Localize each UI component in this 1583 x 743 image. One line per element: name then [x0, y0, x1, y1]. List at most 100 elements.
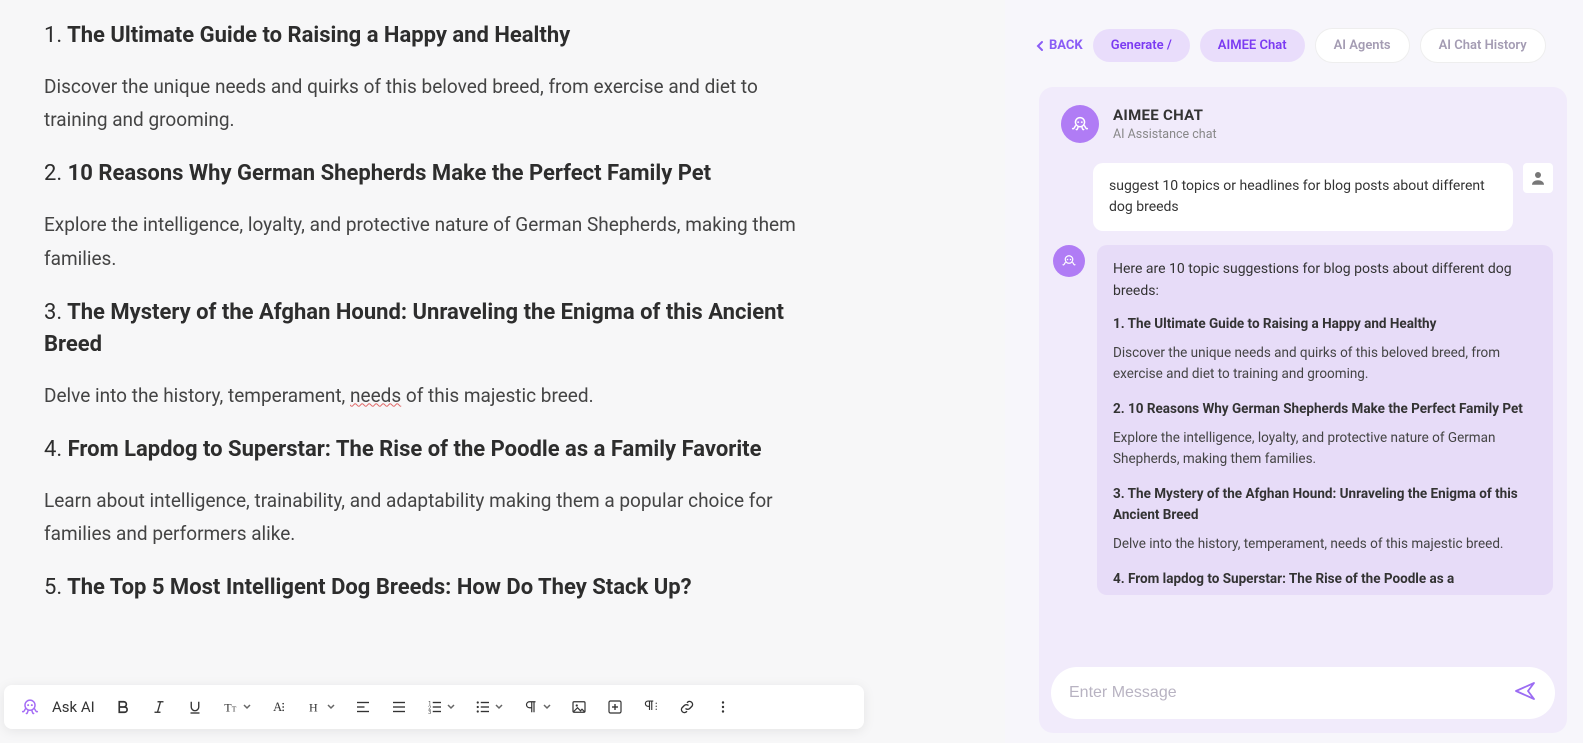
- font-size-button[interactable]: TT: [215, 691, 259, 723]
- ordered-list-icon: 123: [426, 698, 444, 716]
- user-avatar: [1523, 163, 1553, 193]
- paragraph-button[interactable]: [515, 691, 559, 723]
- text: of this majestic breed.: [401, 384, 593, 407]
- ask-ai-button[interactable]: [14, 691, 46, 723]
- user-message: suggest 10 topics or headlines for blog …: [1093, 163, 1513, 231]
- ai-item-desc: Explore the intelligence, loyalty, and p…: [1113, 428, 1537, 470]
- bullet-list-icon: [474, 698, 492, 716]
- chat-messages: suggest 10 topics or headlines for blog …: [1039, 157, 1567, 657]
- chat-input-row: [1051, 667, 1555, 719]
- chat-container: AIMEE CHAT AI Assistance chat suggest 10…: [1039, 87, 1567, 733]
- ai-panel: BACK Generate / AIMEE Chat AI Agents AI …: [1005, 0, 1583, 743]
- bold-icon: [114, 698, 132, 716]
- doc-heading-1[interactable]: 1. The Ultimate Guide to Raising a Happy…: [44, 20, 805, 52]
- doc-heading-5[interactable]: 5. The Top 5 Most Intelligent Dog Breeds…: [44, 572, 805, 604]
- ai-avatar: [1061, 105, 1099, 143]
- octopus-icon: [19, 696, 41, 718]
- paragraph-direction-icon: [641, 698, 661, 716]
- heading-text: The Mystery of the Afghan Hound: Unravel…: [44, 300, 784, 357]
- chevron-down-icon: [326, 702, 336, 712]
- italic-icon: [150, 698, 168, 716]
- text-color-icon: A: [269, 697, 289, 717]
- doc-paragraph[interactable]: Learn about intelligence, trainability, …: [44, 484, 805, 551]
- doc-paragraph[interactable]: Delve into the history, temperament, nee…: [44, 379, 805, 412]
- chat-input[interactable]: [1069, 684, 1513, 702]
- heading-icon: H: [306, 698, 324, 716]
- ai-message: Here are 10 topic suggestions for blog p…: [1097, 245, 1553, 595]
- align-left-icon: [354, 698, 372, 716]
- octopus-icon: [1060, 252, 1078, 270]
- chevron-down-icon: [242, 702, 252, 712]
- ai-intro-text: Here are 10 topic suggestions for blog p…: [1113, 259, 1537, 302]
- ai-item-title: 2. 10 Reasons Why German Shepherds Make …: [1113, 399, 1537, 420]
- chat-subtitle: AI Assistance chat: [1113, 127, 1217, 142]
- more-vertical-icon: [714, 698, 732, 716]
- image-icon: [570, 698, 588, 716]
- chat-header: AIMEE CHAT AI Assistance chat: [1039, 87, 1567, 157]
- ordered-list-button[interactable]: 123: [419, 691, 463, 723]
- back-button[interactable]: BACK: [1035, 38, 1083, 53]
- link-button[interactable]: [671, 691, 703, 723]
- person-icon: [1529, 169, 1547, 187]
- svg-text:H: H: [309, 701, 318, 715]
- tab-generate[interactable]: Generate /: [1093, 29, 1190, 62]
- heading-button[interactable]: H: [299, 691, 343, 723]
- italic-button[interactable]: [143, 691, 175, 723]
- heading-number: 3.: [44, 300, 62, 325]
- ai-item-desc: Delve into the history, temperament, nee…: [1113, 534, 1537, 555]
- svg-text:3: 3: [428, 710, 431, 716]
- doc-paragraph[interactable]: Discover the unique needs and quirks of …: [44, 70, 805, 137]
- tab-ai-agents[interactable]: AI Agents: [1315, 28, 1410, 63]
- paragraph-direction-button[interactable]: [635, 691, 667, 723]
- tab-aimee-chat[interactable]: AIMEE Chat: [1200, 29, 1305, 62]
- heading-text: From Lapdog to Superstar: The Rise of th…: [68, 437, 762, 462]
- heading-text: The Ultimate Guide to Raising a Happy an…: [67, 23, 570, 48]
- ask-ai-label: Ask AI: [50, 698, 103, 716]
- ai-item-desc: Discover the unique needs and quirks of …: [1113, 343, 1537, 385]
- ai-item-title: 4. From lapdog to Superstar: The Rise of…: [1113, 569, 1537, 590]
- user-message-row: suggest 10 topics or headlines for blog …: [1053, 163, 1553, 231]
- align-left-button[interactable]: [347, 691, 379, 723]
- ai-item-title: 3. The Mystery of the Afghan Hound: Unra…: [1113, 484, 1537, 526]
- paragraph-icon: [522, 698, 540, 716]
- image-button[interactable]: [563, 691, 595, 723]
- chevron-down-icon: [446, 702, 456, 712]
- ai-avatar: [1053, 245, 1085, 277]
- editor-document: 1. The Ultimate Guide to Raising a Happy…: [0, 0, 1005, 743]
- underline-button[interactable]: [179, 691, 211, 723]
- doc-heading-4[interactable]: 4. From Lapdog to Superstar: The Rise of…: [44, 434, 805, 466]
- bullet-list-button[interactable]: [467, 691, 511, 723]
- send-icon: [1513, 679, 1537, 703]
- heading-number: 4.: [44, 437, 62, 462]
- doc-heading-2[interactable]: 2. 10 Reasons Why German Shepherds Make …: [44, 158, 805, 190]
- ai-item-title: 1. The Ultimate Guide to Raising a Happy…: [1113, 314, 1537, 335]
- spelling-error[interactable]: needs: [350, 384, 401, 407]
- align-justify-button[interactable]: [383, 691, 415, 723]
- chat-title: AIMEE CHAT: [1113, 106, 1217, 124]
- heading-number: 5.: [44, 575, 62, 600]
- ai-message-row: Here are 10 topic suggestions for blog p…: [1053, 245, 1553, 595]
- doc-paragraph[interactable]: Explore the intelligence, loyalty, and p…: [44, 208, 805, 275]
- bold-button[interactable]: [107, 691, 139, 723]
- svg-text:A: A: [273, 700, 282, 714]
- doc-heading-3[interactable]: 3. The Mystery of the Afghan Hound: Unra…: [44, 297, 805, 361]
- send-button[interactable]: [1513, 679, 1537, 707]
- heading-number: 2.: [44, 161, 62, 186]
- tab-ai-chat-history[interactable]: AI Chat History: [1420, 28, 1546, 63]
- align-justify-icon: [390, 698, 408, 716]
- svg-text:T: T: [231, 705, 236, 714]
- text: Delve into the history, temperament,: [44, 384, 350, 407]
- back-label: BACK: [1049, 38, 1083, 53]
- chevron-down-icon: [542, 702, 552, 712]
- text-color-button[interactable]: A: [263, 691, 295, 723]
- more-button[interactable]: [707, 691, 739, 723]
- heading-text: 10 Reasons Why German Shepherds Make the…: [68, 161, 711, 186]
- link-icon: [678, 698, 696, 716]
- octopus-icon: [1069, 113, 1091, 135]
- insert-button[interactable]: [599, 691, 631, 723]
- heading-number: 1.: [44, 23, 62, 48]
- font-size-icon: TT: [222, 698, 240, 716]
- underline-icon: [186, 698, 204, 716]
- chevron-down-icon: [494, 702, 504, 712]
- chevron-left-icon: [1035, 40, 1045, 52]
